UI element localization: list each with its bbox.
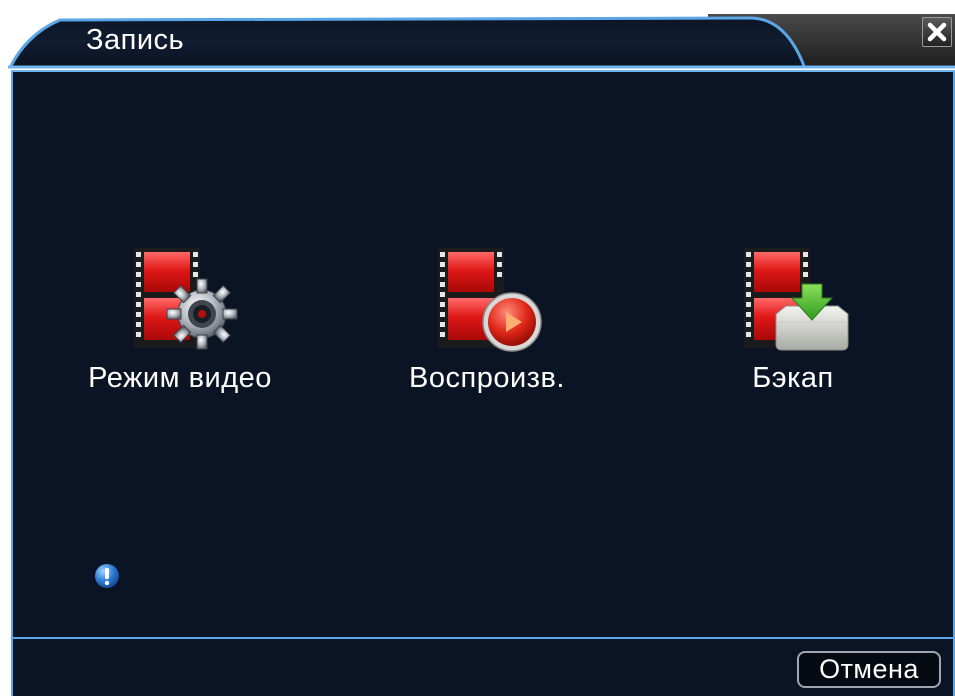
menu-item-label: Режим видео [88, 362, 272, 394]
title-bar: Запись [8, 0, 955, 70]
menu-item-label: Бэкап [752, 362, 834, 394]
window-title: Запись [86, 24, 185, 56]
menu-item-record-mode[interactable]: Режим видео [55, 244, 305, 404]
cancel-button[interactable]: Отмена [797, 651, 941, 688]
film-download-icon [744, 248, 849, 351]
film-gear-icon [134, 248, 238, 350]
menu-item-label: Воспроизв. [409, 362, 565, 394]
film-play-icon [438, 248, 542, 352]
info-icon [95, 564, 119, 588]
close-button[interactable] [922, 17, 952, 47]
close-icon [927, 22, 947, 42]
menu-item-backup[interactable]: Бэкап [668, 244, 918, 404]
menu-item-playback[interactable]: Воспроизв. [362, 244, 612, 404]
record-window: Запись Режим видео Воспроизв. Бэкап Отме… [0, 0, 955, 696]
